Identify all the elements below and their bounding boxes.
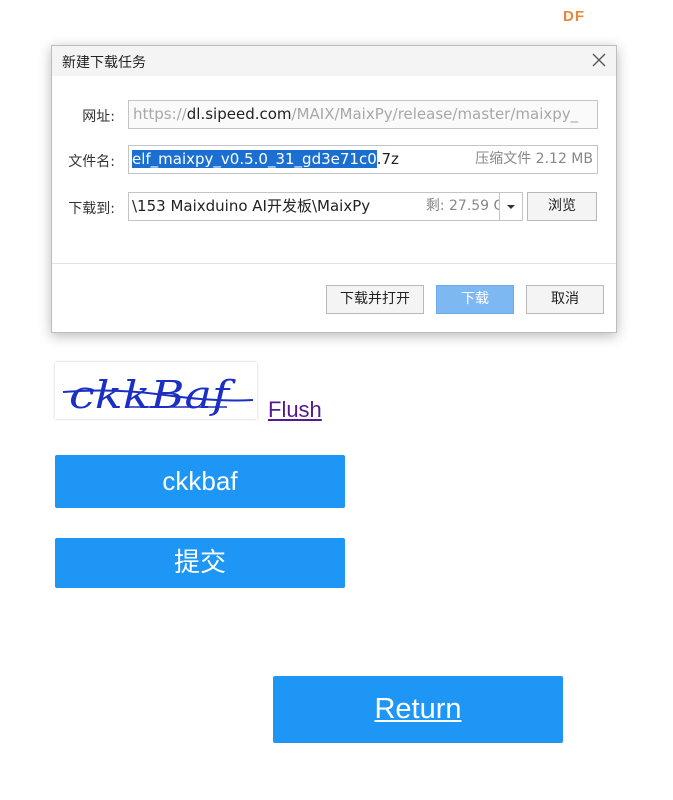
download-and-open-button[interactable]: 下载并打开 bbox=[326, 285, 424, 314]
captcha-text: ckkBaf bbox=[69, 373, 236, 417]
file-info: 压缩文件 2.12 MB bbox=[475, 151, 593, 167]
flush-link[interactable]: Flush bbox=[268, 397, 322, 423]
close-icon[interactable] bbox=[590, 51, 608, 69]
url-host: dl.sipeed.com bbox=[186, 105, 292, 123]
return-button[interactable]: Return bbox=[273, 676, 563, 743]
url-prefix: https:// bbox=[133, 105, 187, 123]
captcha-input[interactable]: ckkbaf bbox=[55, 455, 345, 508]
return-label: Return bbox=[374, 693, 462, 725]
dialog-titlebar: 新建下载任务 bbox=[52, 46, 616, 76]
browse-button[interactable]: 浏览 bbox=[527, 192, 597, 221]
url-field[interactable]: https://dl.sipeed.com/MAIX/MaixPy/releas… bbox=[128, 100, 598, 129]
dialog-title: 新建下载任务 bbox=[62, 55, 146, 71]
filename-label: 文件名: bbox=[68, 154, 115, 170]
saveto-path: \153 Maixduino AI开发板\MaixPy bbox=[132, 197, 371, 215]
saveto-path-field[interactable]: \153 Maixduino AI开发板\MaixPy 剩: 27.59 GB bbox=[128, 192, 523, 221]
submit-button[interactable]: 提交 bbox=[55, 538, 345, 588]
captcha-graphic: ckkBaf bbox=[62, 373, 254, 417]
download-button[interactable]: 下载 bbox=[436, 285, 514, 314]
saveto-label: 下载到: bbox=[68, 201, 115, 217]
download-dialog: 新建下载任务 网址: https://dl.sipeed.com/MAIX/Ma… bbox=[51, 45, 617, 333]
path-dropdown-button[interactable] bbox=[499, 193, 522, 220]
watermark-logo: DF bbox=[563, 8, 585, 25]
url-path: /MAIX/MaixPy/release/master/maixpy_ bbox=[291, 105, 579, 123]
captcha-image: ckkBaf bbox=[55, 362, 257, 419]
chevron-down-icon bbox=[507, 205, 515, 209]
filename-ext: .7z bbox=[376, 150, 399, 168]
cancel-button[interactable]: 取消 bbox=[526, 285, 604, 314]
dialog-divider bbox=[52, 263, 616, 264]
url-label: 网址: bbox=[82, 109, 115, 125]
filename-field[interactable]: elf_maixpy_v0.5.0_31_gd3e71c0.7z 压缩文件 2.… bbox=[128, 145, 598, 174]
filename-selected: elf_maixpy_v0.5.0_31_gd3e71c0 bbox=[132, 150, 377, 168]
